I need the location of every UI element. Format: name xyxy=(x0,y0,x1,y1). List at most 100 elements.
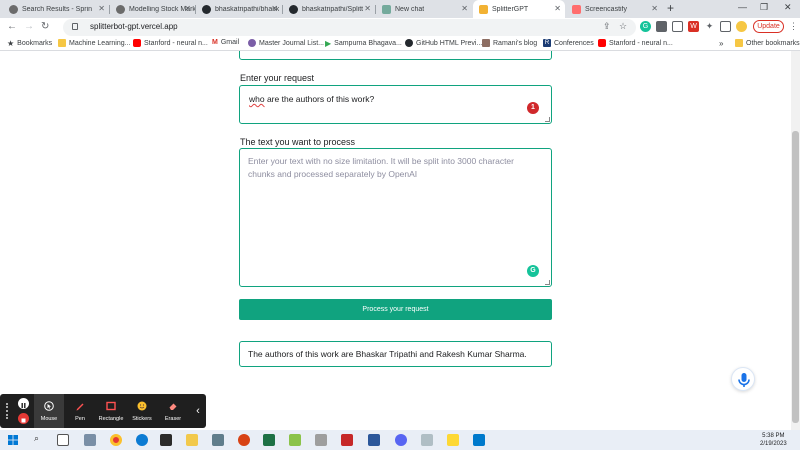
tab-github-splitt[interactable]: bhaskatripathi/Splitt ✕ xyxy=(283,0,375,18)
profile-avatar[interactable] xyxy=(736,21,747,32)
side-panel-icon[interactable] xyxy=(720,21,731,32)
text-input[interactable]: Enter your text with no size limitation.… xyxy=(239,148,552,287)
back-arrow-icon[interactable]: ← xyxy=(7,21,17,32)
app-icon[interactable] xyxy=(289,434,301,446)
request-rest: are the authors of this work? xyxy=(264,94,375,104)
bookmark-label: GitHub HTML Previ... xyxy=(416,39,483,47)
bookmark-stanford-2[interactable]: Stanford - neural n... xyxy=(598,39,673,47)
powerpoint-icon[interactable] xyxy=(238,434,250,446)
close-icon[interactable]: ✕ xyxy=(98,4,105,13)
tab-search-results[interactable]: Search Results - Sprin ✕ xyxy=(3,0,109,18)
tab-label: Search Results - Sprin xyxy=(22,5,93,13)
resize-handle[interactable] xyxy=(545,280,550,285)
app-icon[interactable] xyxy=(315,434,327,446)
screen-extension-icon[interactable] xyxy=(672,21,683,32)
excel-icon[interactable] xyxy=(263,434,275,446)
bookmark-github-html[interactable]: GitHub HTML Previ... xyxy=(405,39,482,47)
file-explorer-icon[interactable] xyxy=(186,434,198,446)
bookmark-bookmarks[interactable]: ★ Bookmarks xyxy=(7,39,52,48)
grammarly-icon[interactable]: G xyxy=(527,265,539,277)
tab-modelling-stock[interactable]: Modelling Stock Mark ✕ xyxy=(110,0,195,18)
stop-button[interactable] xyxy=(18,413,29,424)
github-icon xyxy=(202,4,211,14)
app-icon[interactable] xyxy=(421,434,433,446)
minimize-icon[interactable]: ― xyxy=(738,2,747,12)
bookmark-gmail[interactable]: M Gmail xyxy=(212,39,239,46)
text-placeholder: Enter your text with no size limitation.… xyxy=(248,156,514,179)
task-view-icon[interactable] xyxy=(57,434,69,446)
eraser-icon xyxy=(169,403,177,410)
sticky-notes-icon[interactable] xyxy=(447,434,459,446)
update-button[interactable]: Update xyxy=(753,20,784,33)
word-icon[interactable] xyxy=(368,434,380,446)
scrollbar-thumb[interactable] xyxy=(792,131,799,423)
puzzle-extensions-icon[interactable]: ✦ xyxy=(704,21,715,32)
new-tab-button[interactable]: + xyxy=(667,1,674,15)
document-favicon-icon xyxy=(116,4,125,14)
vscode-icon[interactable] xyxy=(473,434,485,446)
bookmark-sampurna[interactable]: ▶ Sampurna Bhagava... xyxy=(325,39,402,48)
bookmark-conferences[interactable]: R Conferences xyxy=(543,39,594,47)
app-icon[interactable] xyxy=(84,434,96,446)
resize-handle[interactable] xyxy=(545,117,550,122)
system-clock[interactable]: 5:38 PM 2/19/2023 xyxy=(760,432,787,448)
close-window-icon[interactable]: ✕ xyxy=(784,2,792,13)
bookmark-master-journal[interactable]: Master Journal List... xyxy=(248,39,324,47)
bookmark-star-icon[interactable]: ☆ xyxy=(619,21,627,32)
tab-github-bhask[interactable]: bhaskatripathi/bhask ✕ xyxy=(196,0,282,18)
terminal-icon[interactable] xyxy=(160,434,172,446)
tab-new-chat[interactable]: New chat ✕ xyxy=(376,0,472,18)
tool-eraser[interactable]: Eraser xyxy=(158,394,188,428)
tool-stickers[interactable]: Stickers xyxy=(127,394,157,428)
app-icon[interactable] xyxy=(212,434,224,446)
share-icon[interactable]: ⇪ xyxy=(603,21,611,32)
tool-pen[interactable]: Pen xyxy=(65,394,95,428)
kebab-menu-icon[interactable]: ⋮ xyxy=(789,21,798,32)
bookmark-stanford-1[interactable]: Stanford - neural n... xyxy=(133,39,208,47)
drag-handle-icon[interactable] xyxy=(6,403,10,419)
address-bar[interactable]: splitterbot-gpt.vercel.app ⇪ ☆ xyxy=(63,19,636,36)
app-icon[interactable] xyxy=(341,434,353,446)
tab-strip: Search Results - Sprin ✕ Modelling Stock… xyxy=(0,0,800,18)
bookmark-ramani[interactable]: Ramani's blog xyxy=(482,39,537,47)
pause-button[interactable] xyxy=(18,398,29,409)
tool-rectangle[interactable]: Rectangle xyxy=(96,394,126,428)
grammarly-extension-icon[interactable]: G xyxy=(640,21,651,32)
request-input[interactable]: who are the authors of this work? 1 xyxy=(239,85,552,124)
blog-icon xyxy=(482,39,490,47)
close-icon[interactable]: ✕ xyxy=(184,4,191,13)
search-icon[interactable]: ⌕ xyxy=(34,433,39,444)
process-button[interactable]: Process your request xyxy=(239,299,552,320)
collapse-chevron-icon[interactable]: ‹ xyxy=(191,402,205,420)
grammarly-badge[interactable]: 1 xyxy=(527,102,539,114)
maximize-icon[interactable]: ❐ xyxy=(760,2,768,13)
camera-extension-icon[interactable] xyxy=(656,21,667,32)
close-icon[interactable]: ✕ xyxy=(364,4,371,13)
bookmark-machine-learning[interactable]: Machine Learning... xyxy=(58,39,130,47)
forward-arrow-icon[interactable]: → xyxy=(24,21,34,32)
edge-icon[interactable] xyxy=(136,434,148,446)
bookmark-label: Bookmarks xyxy=(17,40,53,47)
microphone-button[interactable] xyxy=(731,367,755,391)
discord-icon[interactable] xyxy=(395,434,407,446)
close-icon[interactable]: ✕ xyxy=(554,4,561,13)
close-icon[interactable]: ✕ xyxy=(271,4,278,13)
bookmark-label: Ramani's blog xyxy=(493,39,538,47)
chatgpt-icon xyxy=(382,4,391,14)
tab-screencastify[interactable]: Screencastify ✕ xyxy=(566,0,662,18)
tab-splittergpt[interactable]: SplitterGPT ✕ xyxy=(473,0,565,18)
page-content: Enter your request who are the authors o… xyxy=(0,51,800,430)
chrome-icon[interactable] xyxy=(110,434,122,446)
page-scrollbar[interactable] xyxy=(791,51,800,430)
close-icon[interactable]: ✕ xyxy=(651,4,658,13)
tool-mouse[interactable]: Mouse xyxy=(34,394,64,428)
more-bookmarks-icon[interactable]: » xyxy=(719,39,723,48)
mouse-cursor-icon xyxy=(44,401,54,411)
bookmark-other[interactable]: Other bookmarks xyxy=(735,39,800,47)
reload-icon[interactable]: ↻ xyxy=(41,21,49,32)
upper-field[interactable] xyxy=(239,51,552,60)
pdf-extension-icon[interactable]: W xyxy=(688,21,699,32)
windows-start-icon[interactable] xyxy=(8,435,18,445)
bookmark-label: Conferences xyxy=(554,39,594,47)
close-icon[interactable]: ✕ xyxy=(461,4,468,13)
